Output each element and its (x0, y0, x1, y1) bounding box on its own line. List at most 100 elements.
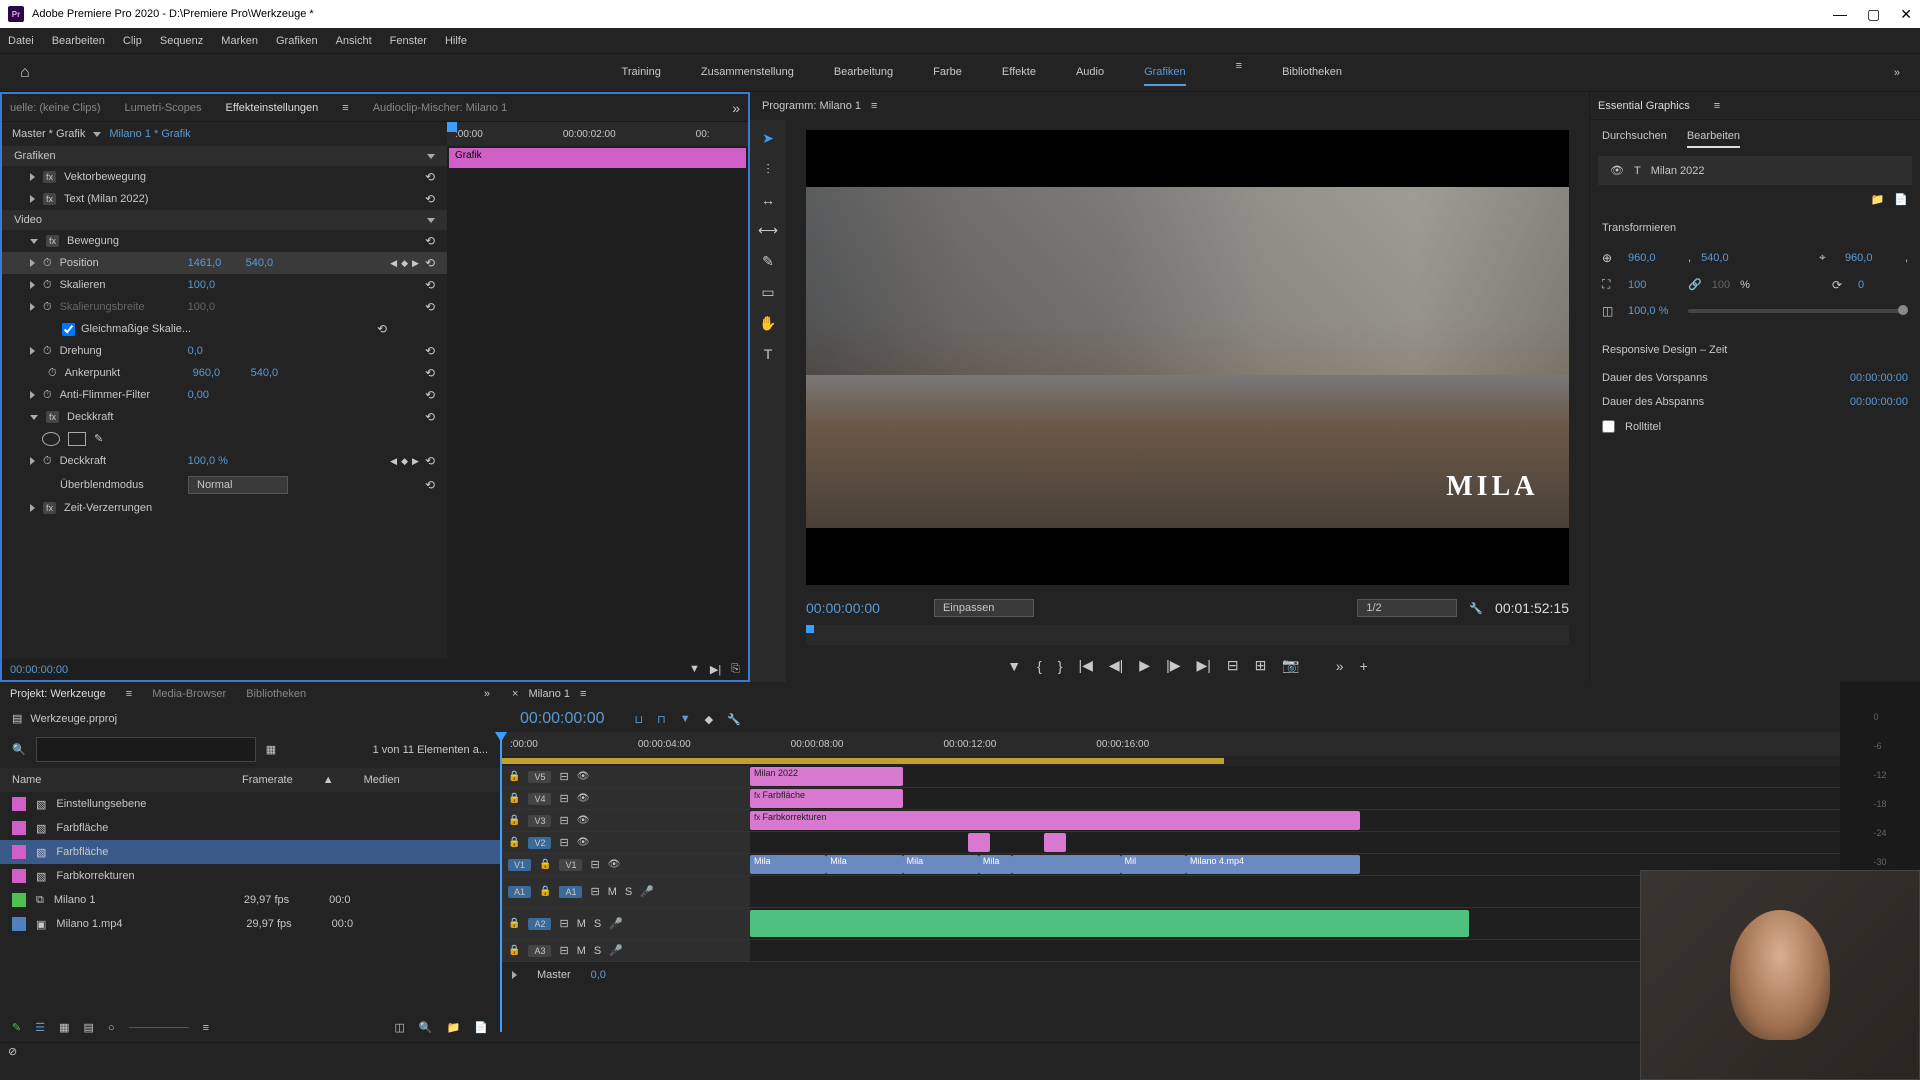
panel-menu-icon[interactable]: ≡ (1714, 100, 1720, 112)
prop-anti-flimmer[interactable]: ⏱ Anti-Flimmer-Filter 0,00 ⟲ (2, 384, 447, 406)
tab-audioclip-mischer[interactable]: Audioclip-Mischer: Milano 1 (373, 102, 508, 114)
track-target[interactable]: V1 (559, 859, 582, 871)
mute-button[interactable]: M (577, 945, 586, 957)
solo-button[interactable]: S (625, 886, 632, 898)
panel-menu-icon[interactable]: ≡ (871, 100, 877, 112)
hand-tool-icon[interactable]: ✋ (759, 315, 776, 332)
reset-icon[interactable]: ⟲ (425, 366, 435, 380)
close-sequence-icon[interactable]: × (512, 688, 518, 700)
extract-icon[interactable]: ⊞ (1255, 657, 1267, 674)
expand-icon[interactable] (30, 391, 35, 399)
clip[interactable] (1044, 833, 1066, 852)
vertical-align-icon[interactable]: ⫶ (766, 161, 770, 178)
expand-icon[interactable] (30, 173, 35, 181)
fit-dropdown[interactable]: Einpassen (934, 599, 1034, 617)
workspace-overflow-icon[interactable]: » (1894, 67, 1900, 79)
effect-clip[interactable]: Grafik (449, 148, 746, 168)
tab-projekt[interactable]: Projekt: Werkzeuge (10, 688, 106, 700)
lock-icon[interactable]: 🔒 (539, 886, 551, 897)
clip[interactable]: Mila (826, 855, 902, 874)
label-swatch[interactable] (12, 797, 26, 811)
toggle-output-icon[interactable]: 👁 (577, 793, 590, 804)
lock-icon[interactable]: 🔒 (508, 815, 520, 826)
step-back-icon[interactable]: ◀| (1109, 657, 1123, 674)
col-name[interactable]: Name (12, 774, 212, 786)
panel-overflow-icon[interactable]: » (732, 100, 740, 116)
fx-text[interactable]: fx Text (Milan 2022) ⟲ (2, 188, 447, 210)
menu-bearbeiten[interactable]: Bearbeiten (52, 35, 105, 47)
export-frame-icon[interactable]: 📷 (1282, 657, 1299, 674)
menu-fenster[interactable]: Fenster (390, 35, 427, 47)
expand-icon[interactable] (30, 347, 35, 355)
track-target[interactable]: A1 (559, 886, 582, 898)
icon-view-icon[interactable]: ▦ (59, 1021, 69, 1034)
track-target[interactable]: V2 (528, 837, 551, 849)
menu-sequenz[interactable]: Sequenz (160, 35, 203, 47)
reset-icon[interactable]: ⟲ (425, 388, 435, 402)
uniform-scale-check[interactable] (62, 323, 75, 336)
workspace-menu-icon[interactable]: ≡ (1236, 60, 1242, 86)
uniform-scale-checkbox[interactable]: Gleichmaßige Skalie... ⟲ (2, 318, 447, 340)
sync-lock-icon[interactable]: ⊟ (559, 836, 568, 849)
fx-deckkraft[interactable]: fx Deckkraft ⟲ (2, 406, 447, 428)
tab-bibliotheken[interactable]: Bibliotheken (246, 688, 306, 700)
project-item[interactable]: ▧Einstellungsebene (0, 792, 500, 816)
transport-overflow-icon[interactable]: » (1336, 658, 1344, 674)
rectangle-tool-icon[interactable]: ▭ (761, 284, 774, 301)
fx-bewegung[interactable]: fx Bewegung ⟲ (2, 230, 447, 252)
step-forward-icon[interactable]: |▶ (1166, 657, 1180, 674)
tab-source[interactable]: uelle: (keine Clips) (10, 102, 100, 114)
roll-checkbox[interactable] (1602, 420, 1615, 433)
fx-badge[interactable]: fx (46, 235, 59, 247)
visibility-icon[interactable]: 👁 (1610, 164, 1624, 177)
prop-skalieren[interactable]: ⏱ Skalieren 100,0 ⟲ (2, 274, 447, 296)
menu-datei[interactable]: Datei (8, 35, 34, 47)
add-button-icon[interactable]: + (1360, 658, 1368, 674)
label-swatch[interactable] (12, 845, 26, 859)
tab-media-browser[interactable]: Media-Browser (152, 688, 226, 700)
eg-tab-durchsuchen[interactable]: Durchsuchen (1602, 126, 1667, 148)
workspace-bearbeitung[interactable]: Bearbeitung (834, 60, 893, 86)
snap-icon[interactable]: ⊔ (635, 713, 644, 726)
minimize-button[interactable]: — (1833, 6, 1847, 23)
effect-timeline[interactable]: :00:00 00:00:02:00 00: Grafik (447, 122, 748, 659)
project-search-input[interactable] (36, 737, 256, 762)
fx-badge[interactable]: fx (43, 171, 56, 183)
eg-pos-x[interactable]: 960,0 (1628, 252, 1678, 264)
play-only-icon[interactable]: ▶| (710, 663, 721, 676)
outro-value[interactable]: 00:00:00:00 (1850, 396, 1908, 408)
workspace-audio[interactable]: Audio (1076, 60, 1104, 86)
panel-overflow-icon[interactable]: » (484, 688, 490, 700)
mark-in-icon[interactable]: { (1037, 658, 1042, 674)
scale-value[interactable]: 100,0 (188, 279, 238, 291)
solo-button[interactable]: S (594, 918, 601, 930)
timeline-timecode[interactable]: 00:00:00:00 (520, 710, 605, 728)
track-target[interactable]: A3 (528, 945, 551, 957)
prop-drehung[interactable]: ⏱ Drehung 0,0 ⟲ (2, 340, 447, 362)
reset-icon[interactable]: ⟲ (425, 478, 435, 492)
stopwatch-icon[interactable]: ⏱ (43, 279, 52, 292)
current-timecode[interactable]: 00:00:00:00 (806, 600, 880, 616)
timeline-settings-icon[interactable]: 🔧 (727, 713, 741, 726)
next-keyframe-icon[interactable]: ▶ (412, 258, 419, 269)
position-y[interactable]: 540,0 (246, 257, 296, 269)
workspace-farbe[interactable]: Farbe (933, 60, 962, 86)
tab-effekteinstellungen[interactable]: Effekteinstellungen (226, 102, 319, 114)
sync-lock-icon[interactable]: ⊟ (590, 858, 599, 871)
new-layer-icon[interactable]: 📄 (1894, 193, 1908, 206)
stopwatch-icon[interactable]: ⏱ (48, 367, 57, 380)
expand-icon[interactable] (30, 504, 35, 512)
tab-lumetri-scopes[interactable]: Lumetri-Scopes (124, 102, 201, 114)
fx-badge[interactable]: fx (46, 411, 59, 423)
menu-grafiken[interactable]: Grafiken (276, 35, 318, 47)
new-folder-icon[interactable]: 📁 (1871, 193, 1885, 206)
toggle-output-icon[interactable]: 👁 (608, 859, 621, 870)
next-keyframe-icon[interactable]: ▶ (412, 456, 419, 467)
timeline-playhead[interactable] (500, 732, 502, 1032)
horizontal-align-icon[interactable]: ↔ (761, 192, 775, 208)
mute-button[interactable]: M (608, 886, 617, 898)
timeline-ruler[interactable]: :00:00 00:00:04:00 00:00:08:00 00:00:12:… (500, 732, 1840, 756)
fx-badge[interactable]: fx (43, 193, 56, 205)
auto-match-icon[interactable]: ◫ (394, 1021, 404, 1034)
reset-icon[interactable]: ⟲ (425, 234, 435, 248)
